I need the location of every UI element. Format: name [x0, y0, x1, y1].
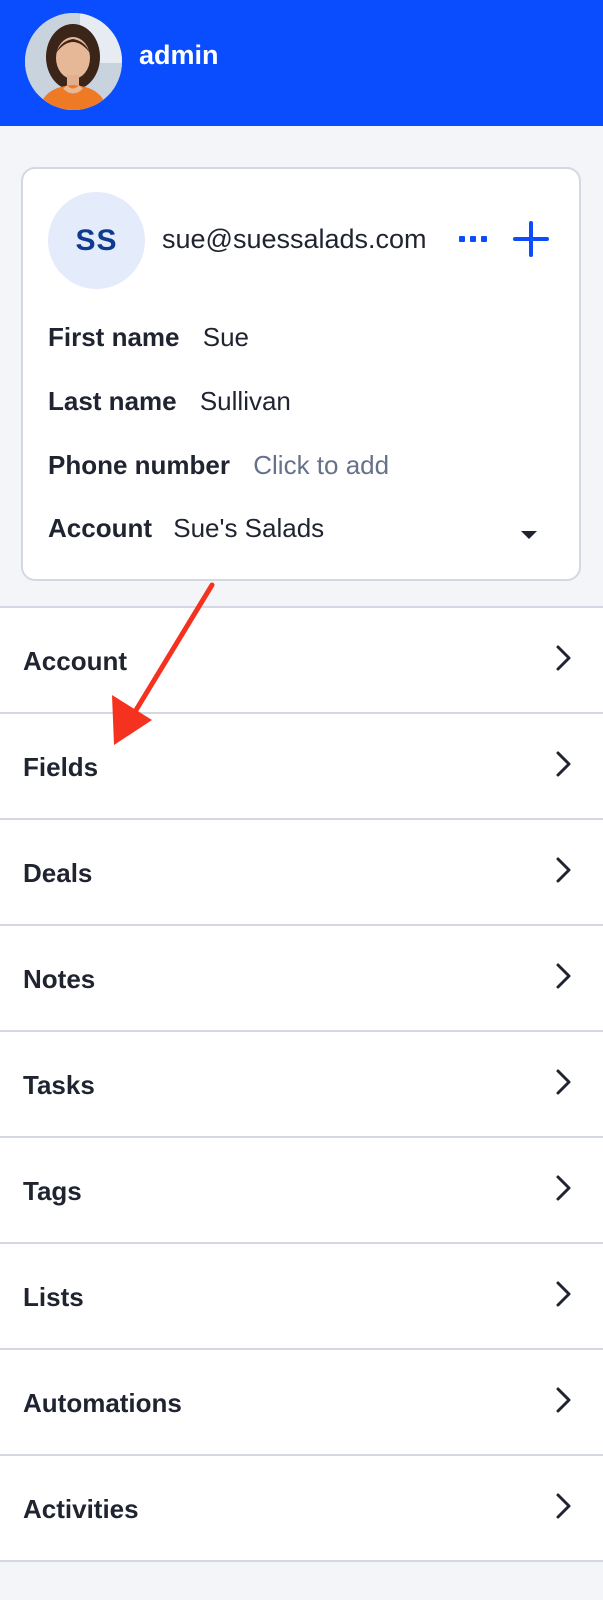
phone-number-row: Phone number Click to add — [48, 450, 389, 481]
chevron-right-icon — [556, 1175, 571, 1201]
nav-item-label: Account — [23, 646, 127, 676]
more-horizontal-icon — [459, 236, 465, 242]
caret-down-icon[interactable] — [521, 531, 537, 539]
chevron-right-icon — [556, 1493, 571, 1519]
avatar-photo — [25, 13, 122, 110]
contact-email[interactable]: sue@suessalads.com — [162, 224, 427, 255]
chevron-right-icon — [556, 857, 571, 883]
chevron-right-icon — [556, 645, 571, 671]
user-avatar[interactable] — [25, 13, 122, 110]
nav-item-label: Notes — [23, 964, 96, 994]
top-header: admin — [0, 0, 603, 126]
first-name-label: First name — [48, 322, 180, 352]
chevron-right-icon — [556, 751, 571, 777]
chevron-right-icon — [556, 1069, 571, 1095]
nav-item-tags[interactable]: Tags — [0, 1138, 603, 1244]
header-username[interactable]: admin — [139, 40, 219, 71]
last-name-label: Last name — [48, 386, 177, 416]
contact-card: SS sue@suessalads.com First name Sue Las… — [21, 167, 581, 581]
nav-item-label: Deals — [23, 858, 93, 888]
chevron-right-icon — [556, 1281, 571, 1307]
account-label: Account — [48, 513, 152, 543]
phone-number-label: Phone number — [48, 450, 231, 480]
plus-icon — [513, 221, 549, 257]
nav-item-notes[interactable]: Notes — [0, 926, 603, 1032]
chevron-right-icon — [556, 963, 571, 989]
nav-item-activities[interactable]: Activities — [0, 1456, 603, 1562]
nav-item-tasks[interactable]: Tasks — [0, 1032, 603, 1138]
more-dot — [470, 236, 476, 242]
nav-item-lists[interactable]: Lists — [0, 1244, 603, 1350]
nav-item-label: Automations — [23, 1388, 182, 1418]
nav-item-account[interactable]: Account — [0, 608, 603, 714]
first-name-row: First name Sue — [48, 322, 249, 353]
chevron-right-icon — [556, 1387, 571, 1413]
first-name-value[interactable]: Sue — [203, 322, 249, 352]
nav-item-label: Activities — [23, 1494, 139, 1524]
last-name-value[interactable]: Sullivan — [200, 386, 291, 416]
more-dot — [481, 236, 487, 242]
nav-item-label: Lists — [23, 1282, 84, 1312]
more-options-button[interactable] — [453, 219, 493, 259]
account-row: Account Sue's Salads — [48, 513, 324, 544]
nav-item-fields[interactable]: Fields — [0, 714, 603, 820]
last-name-row: Last name Sullivan — [48, 386, 291, 417]
add-button[interactable] — [511, 219, 551, 259]
contact-sections-list: Account Fields Deals Notes Tasks Tags Li… — [0, 606, 603, 1562]
phone-number-field[interactable]: Click to add — [253, 450, 389, 480]
nav-item-label: Tasks — [23, 1070, 95, 1100]
account-select[interactable]: Sue's Salads — [173, 513, 324, 543]
nav-item-label: Tags — [23, 1176, 82, 1206]
nav-item-label: Fields — [23, 752, 99, 782]
contact-initials-avatar: SS — [48, 192, 145, 289]
nav-item-automations[interactable]: Automations — [0, 1350, 603, 1456]
nav-item-deals[interactable]: Deals — [0, 820, 603, 926]
